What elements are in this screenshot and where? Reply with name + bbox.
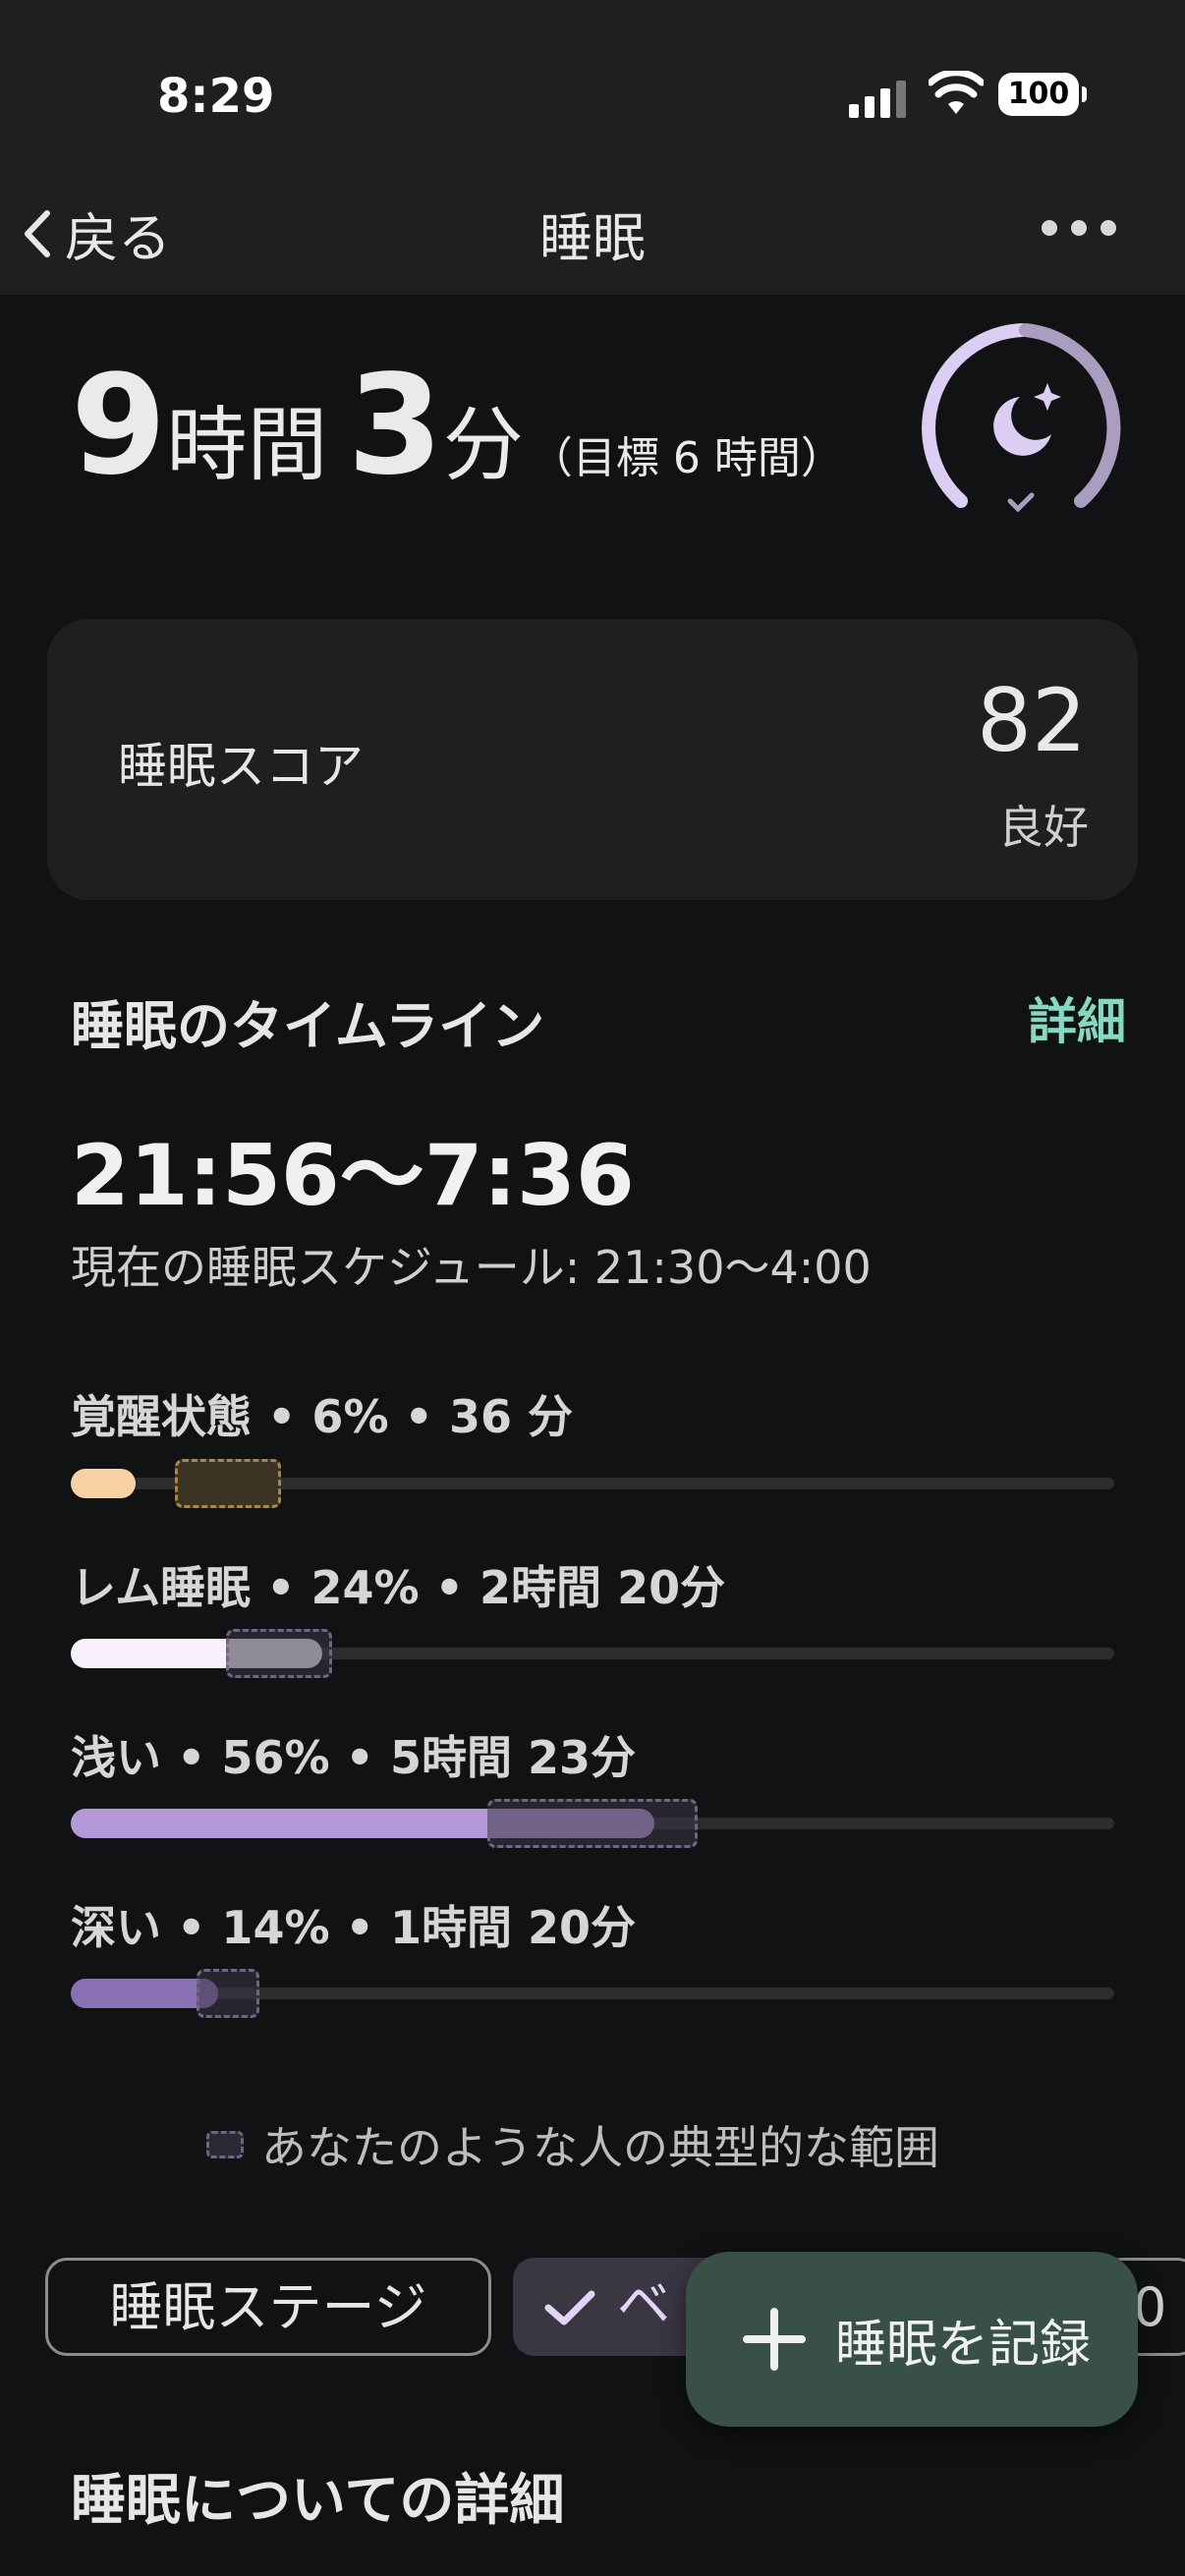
sleep-score-rating: 良好 — [998, 801, 1089, 854]
sleep-score-value: 82 — [977, 670, 1087, 771]
page-title: 睡眠 — [539, 207, 646, 269]
stage-bar-awake — [71, 1469, 136, 1498]
typical-range-rem — [226, 1629, 332, 1678]
checkmark-icon — [1007, 492, 1035, 513]
sleep-duration: 9 時間 3 分 （目標 6 時間） — [71, 346, 844, 506]
duration-minutes: 3 — [347, 346, 443, 506]
sleep-goal-ring — [922, 323, 1121, 513]
typical-range-light — [487, 1799, 698, 1848]
log-sleep-label: 睡眠を記録 — [835, 2315, 1092, 2375]
typical-range-deep — [197, 1969, 259, 2018]
duration-hours: 9 — [71, 346, 167, 506]
battery-icon: 100 — [998, 73, 1087, 116]
stage-label-deep: 深い • 14% • 1時間 20分 — [71, 1901, 636, 1954]
sleep-score-label: 睡眠スコア — [118, 738, 364, 795]
stage-label-awake: 覚醒状態 • 6% • 36 分 — [71, 1390, 573, 1443]
status-time: 8:29 — [157, 69, 275, 124]
more-options-icon[interactable] — [1042, 220, 1116, 236]
log-sleep-button[interactable]: 睡眠を記録 — [686, 2252, 1138, 2427]
sleep-time-range: 21:56〜7:36 — [71, 1127, 635, 1225]
sleep-score-card[interactable]: 睡眠スコア 82 良好 — [47, 619, 1138, 900]
timeline-title: 睡眠のタイムライン — [71, 995, 545, 1057]
plus-icon — [743, 2308, 806, 2371]
wifi-icon — [929, 71, 984, 114]
typical-range-legend-label: あなたのような人の典型的な範囲 — [261, 2121, 939, 2174]
timeline-details-link[interactable]: 詳細 — [1028, 982, 1126, 1053]
stage-label-rem: レム睡眠 • 24% • 2時間 20分 — [71, 1561, 726, 1614]
typical-range-swatch — [206, 2131, 244, 2158]
duration-hours-unit: 時間 — [166, 399, 328, 492]
chip-sleep-stages[interactable]: 睡眠ステージ — [45, 2258, 491, 2356]
sleep-schedule: 現在の睡眠スケジュール: 21:30〜4:00 — [71, 1241, 872, 1294]
typical-range-awake — [175, 1459, 281, 1508]
cellular-signal-icon — [849, 79, 910, 118]
chip-selected-label: ベ — [617, 2273, 670, 2335]
typical-range-legend: あなたのような人の典型的な範囲 — [206, 2112, 939, 2177]
stage-label-light: 浅い • 56% • 5時間 23分 — [71, 1731, 636, 1784]
check-icon — [544, 2290, 595, 2325]
duration-minutes-unit: 分 — [442, 399, 524, 492]
moon-stars-icon — [993, 383, 1061, 456]
duration-goal: （目標 6 時間） — [529, 433, 844, 483]
sleep-details-title: 睡眠についての詳細 — [71, 2469, 565, 2533]
